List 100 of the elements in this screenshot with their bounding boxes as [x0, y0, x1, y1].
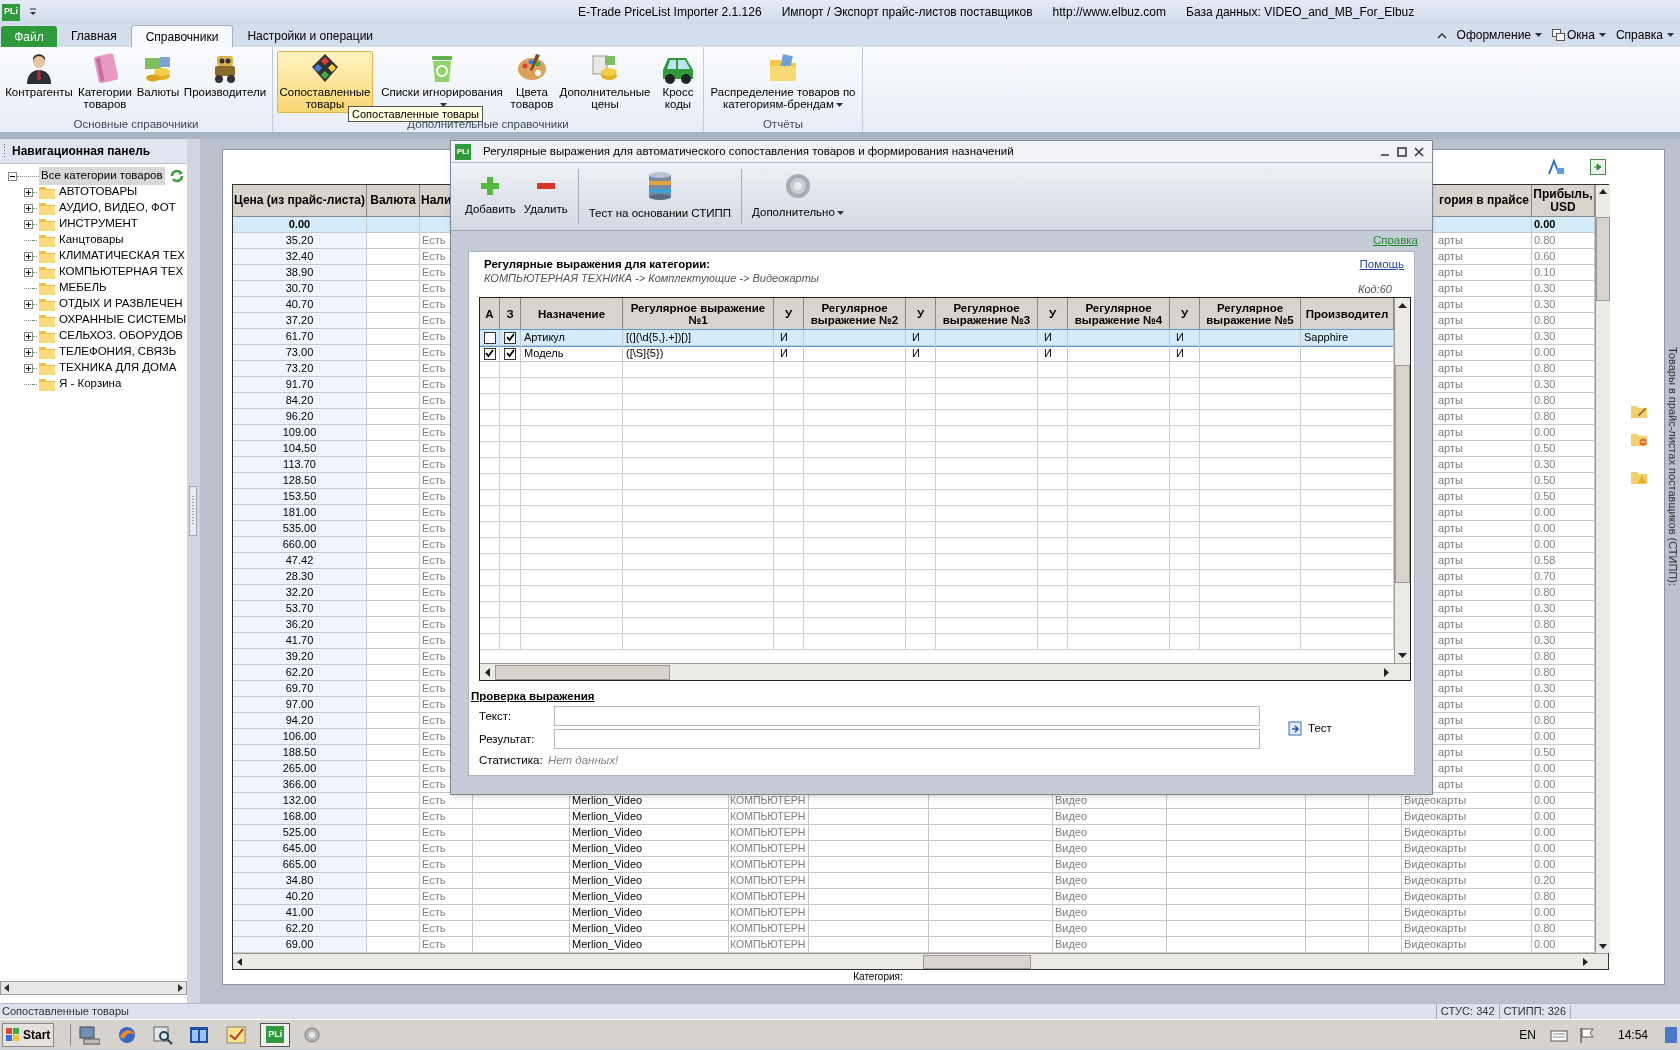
table-cell: 128.50 [233, 473, 367, 489]
table-cell: КОМПЬЮТЕРН [729, 825, 809, 841]
table-cell: Merlion_Video [570, 841, 729, 857]
status-text: Сопоставленные товары [2, 1004, 129, 1020]
table-cell: [(](\d{5,}.+])[)] [623, 330, 774, 346]
table-cell: Есть [420, 809, 473, 825]
table-cell: 525.00 [233, 825, 367, 841]
table-cell: Видео [1053, 857, 1167, 873]
table-cell: Есть [420, 873, 473, 889]
table-cell: 36.20 [233, 617, 367, 633]
table-cell: КОМПЬЮТЕРН [729, 873, 809, 889]
app-logo: PLi [2, 3, 20, 21]
table-cell: КОМПЬЮТЕРН [729, 905, 809, 921]
table-cell: 153.50 [233, 489, 367, 505]
group-title: Отчёты [761, 118, 805, 132]
table-cell: 34.80 [233, 873, 367, 889]
panel-title: Товары в прайс-листах поставщиков (СТИПП): [1665, 347, 1680, 586]
category-code: Код:60 [1358, 282, 1392, 296]
table-cell: И [1170, 346, 1200, 362]
table-cell: Есть [420, 825, 473, 841]
app-logo: PLi [455, 143, 471, 160]
table-cell: 109.00 [233, 425, 367, 441]
table-cell: Видео [1053, 921, 1167, 937]
table-cell: 73.20 [233, 361, 367, 377]
table-cell: Есть [420, 921, 473, 937]
window-title: E-Trade PriceList Importer 2.1.126 [578, 4, 762, 21]
table-cell: 41.00 [233, 905, 367, 921]
table-cell: Видеокарты [1402, 857, 1532, 873]
field-label: Результат: [479, 732, 536, 746]
table-cell: 61.70 [233, 329, 367, 345]
table-cell: 62.20 [233, 921, 367, 937]
table-cell: 69.00 [233, 937, 367, 953]
table-cell: Есть [420, 889, 473, 905]
field-label: Текст: [479, 709, 513, 723]
table-cell: 84.20 [233, 393, 367, 409]
table-cell: Видеокарты [1402, 921, 1532, 937]
table-cell: Merlion_Video [570, 889, 729, 905]
table-cell: Merlion_Video [570, 921, 729, 937]
table-cell: КОМПЬЮТЕРН [729, 809, 809, 825]
table-cell: 39.20 [233, 649, 367, 665]
table-cell: 41.70 [233, 633, 367, 649]
table-cell: Merlion_Video [570, 905, 729, 921]
table-cell: КОМПЬЮТЕРН [729, 841, 809, 857]
table-cell: Видео [1053, 825, 1167, 841]
table-cell: 660.00 [233, 537, 367, 553]
table-cell: 91.70 [233, 377, 367, 393]
table-cell: И [1038, 330, 1068, 346]
table-cell: Видеокарты [1402, 809, 1532, 825]
table-cell: 35.20 [233, 233, 367, 249]
table-cell: 97.00 [233, 697, 367, 713]
table-cell: 665.00 [233, 857, 367, 873]
table-cell: 32.40 [233, 249, 367, 265]
section-heading: Регулярные выражения для категории: [484, 257, 711, 271]
table-cell: 168.00 [233, 809, 367, 825]
window-title: База данных: VIDEO_and_MB_For_Elbuz [1186, 4, 1415, 21]
table-cell: Видеокарты [1402, 905, 1532, 921]
table-cell: 69.70 [233, 681, 367, 697]
table-cell: Видео [1053, 873, 1167, 889]
table-cell: Видео [1053, 841, 1167, 857]
table-cell: 366.00 [233, 777, 367, 793]
table-cell: И [1170, 330, 1200, 346]
table-cell: Видеокарты [1402, 873, 1532, 889]
table-cell: 104.50 [233, 441, 367, 457]
table-cell: И [906, 346, 936, 362]
window-title: Импорт / Экспорт прайс-листов поставщиков [781, 4, 1033, 21]
table-cell: 40.70 [233, 297, 367, 313]
table-cell: 62.20 [233, 665, 367, 681]
table-cell: И [774, 346, 804, 362]
table-cell: Видеокарты [1402, 889, 1532, 905]
table-cell: 73.00 [233, 345, 367, 361]
table-cell: Merlion_Video [570, 825, 729, 841]
table-cell: 47.42 [233, 553, 367, 569]
table-cell: И [1038, 346, 1068, 362]
table-cell: 32.20 [233, 585, 367, 601]
table-cell: 53.70 [233, 601, 367, 617]
table-cell: 645.00 [233, 841, 367, 857]
table-cell: 37.20 [233, 313, 367, 329]
table-cell: КОМПЬЮТЕРН [729, 857, 809, 873]
table-cell: 535.00 [233, 521, 367, 537]
table-cell: 265.00 [233, 761, 367, 777]
window-title: Регулярные выражения для автоматического сопоставления товаров и формирования назначений [483, 143, 1014, 159]
table-cell: Merlion_Video [570, 857, 729, 873]
table-cell: 132.00 [233, 793, 367, 809]
table-cell: 94.20 [233, 713, 367, 729]
table-cell: КОМПЬЮТЕРН [729, 889, 809, 905]
table-cell: Видео [1053, 889, 1167, 905]
table-cell: 30.70 [233, 281, 367, 297]
table-cell: 106.00 [233, 729, 367, 745]
table-cell: Видео [1053, 905, 1167, 921]
group-title: Основные справочники [72, 118, 200, 132]
footer-label: Категория: [853, 970, 903, 984]
category-path: КОМПЬЮТЕРНАЯ ТЕХНИКА -> Комплектующие -> Видеокарты [484, 271, 819, 285]
tooltip: Сопоставленные товары [348, 106, 483, 122]
table-cell: 188.50 [233, 745, 367, 761]
table-cell: И [906, 330, 936, 346]
window-title: http://www.elbuz.com [1052, 4, 1166, 21]
section-heading: Проверка выражения [471, 689, 595, 703]
table-cell: Есть [420, 841, 473, 857]
table-cell: Merlion_Video [570, 873, 729, 889]
panel-title: Навигационная панель [12, 143, 151, 160]
